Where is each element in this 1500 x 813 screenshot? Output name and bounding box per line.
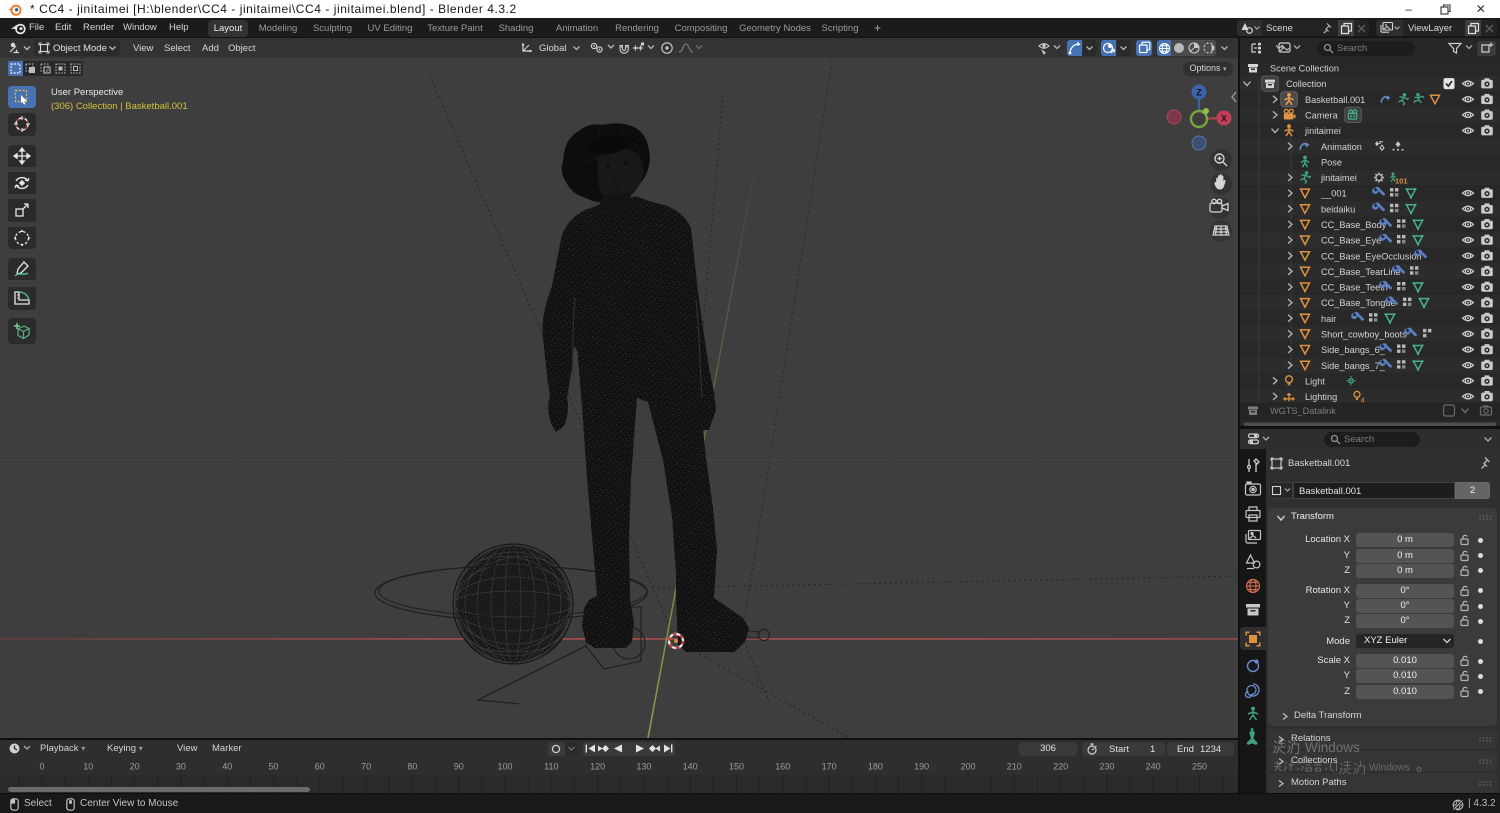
svg-text:Windows: Windows — [1305, 740, 1360, 755]
svg-text:100: 100 — [497, 762, 512, 772]
svg-text:CC_Base_EyeOcclusion: CC_Base_EyeOcclusion — [1321, 251, 1422, 261]
svg-text:Collection: Collection — [1286, 79, 1326, 89]
svg-text:WGTS_Datalink: WGTS_Datalink — [1270, 406, 1336, 416]
svg-text:30: 30 — [176, 762, 186, 772]
svg-text:240: 240 — [1146, 762, 1161, 772]
svg-text:hair: hair — [1321, 314, 1336, 324]
svg-text:40: 40 — [222, 762, 232, 772]
svg-text:150: 150 — [729, 762, 744, 772]
svg-text:Pose: Pose — [1321, 157, 1342, 167]
svg-text:120: 120 — [590, 762, 605, 772]
svg-text:10: 10 — [83, 762, 93, 772]
svg-text:X: X — [1221, 114, 1227, 124]
svg-text:Scene Collection: Scene Collection — [1270, 64, 1339, 74]
svg-text:Camera: Camera — [1305, 111, 1339, 121]
svg-text:__001: __001 — [1320, 189, 1347, 199]
svg-text:Light: Light — [1305, 376, 1325, 386]
svg-text:Side_bangs_6_: Side_bangs_6_ — [1321, 345, 1386, 355]
svg-text:70: 70 — [361, 762, 371, 772]
svg-text:50: 50 — [268, 762, 278, 772]
svg-text:CC_Base_TearLine: CC_Base_TearLine — [1321, 267, 1401, 277]
svg-text:Basketball.001: Basketball.001 — [1305, 95, 1365, 105]
svg-text:140: 140 — [683, 762, 698, 772]
svg-text:220: 220 — [1053, 762, 1068, 772]
svg-text:CC_Base_Teeth: CC_Base_Teeth — [1321, 283, 1388, 293]
svg-text:CC_Base_Body: CC_Base_Body — [1321, 220, 1387, 230]
svg-text:Z: Z — [1196, 88, 1202, 98]
svg-text:beidaiku: beidaiku — [1321, 204, 1355, 214]
svg-text:180: 180 — [868, 762, 883, 772]
svg-text:210: 210 — [1007, 762, 1022, 772]
svg-text:170: 170 — [822, 762, 837, 772]
svg-text:CC_Base_Tongue: CC_Base_Tongue — [1321, 298, 1396, 308]
svg-text:jinitaimei: jinitaimei — [1304, 126, 1341, 136]
svg-text:60: 60 — [315, 762, 325, 772]
svg-text:jinitaimei: jinitaimei — [1320, 173, 1357, 183]
svg-text:20: 20 — [130, 762, 140, 772]
svg-text:110: 110 — [544, 762, 558, 772]
svg-text:Side_bangs_7_: Side_bangs_7_ — [1321, 361, 1386, 371]
svg-text:230: 230 — [1099, 762, 1114, 772]
svg-text:160: 160 — [775, 762, 790, 772]
svg-text:190: 190 — [914, 762, 929, 772]
svg-text:Short_cowboy_boots: Short_cowboy_boots — [1321, 330, 1407, 340]
svg-text:200: 200 — [960, 762, 975, 772]
svg-text:80: 80 — [407, 762, 417, 772]
svg-text:90: 90 — [454, 762, 464, 772]
svg-text:Windows: Windows — [1369, 763, 1410, 774]
svg-text:250: 250 — [1192, 762, 1207, 772]
svg-text:0: 0 — [39, 762, 44, 772]
svg-text:Lighting: Lighting — [1305, 392, 1337, 402]
svg-text:CC_Base_Eye: CC_Base_Eye — [1321, 236, 1381, 246]
svg-text:Animation: Animation — [1321, 142, 1362, 152]
svg-text:130: 130 — [636, 762, 651, 772]
